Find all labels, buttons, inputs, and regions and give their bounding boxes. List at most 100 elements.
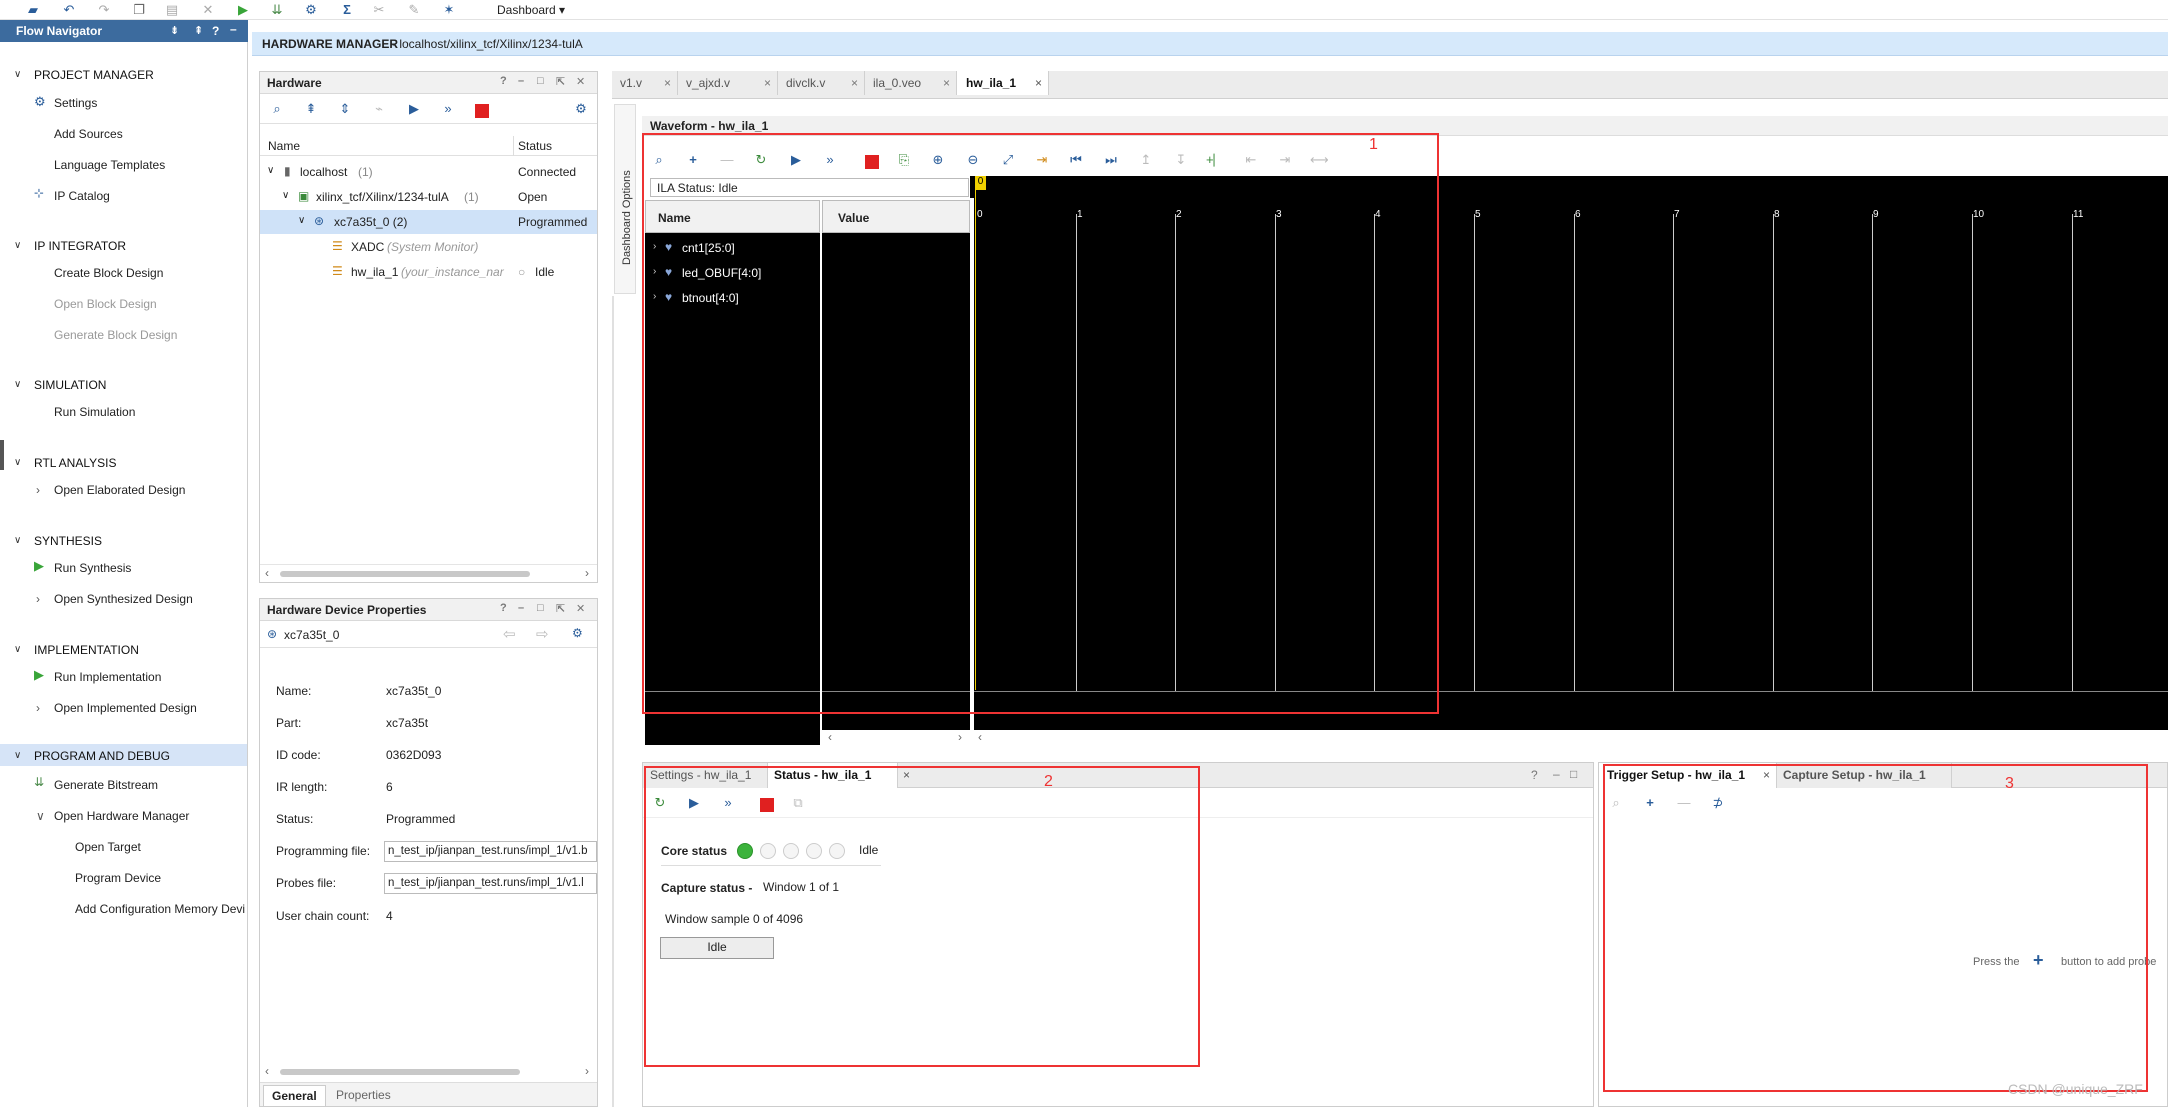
tab-settings-hw-ila[interactable]: Settings - hw_ila_1 — [643, 763, 768, 788]
search-icon[interactable]: ⌕ — [1607, 794, 1625, 812]
next-marker-icon[interactable]: ⇥ — [1276, 151, 1294, 169]
run-trigger-icon[interactable]: ▶ — [405, 100, 423, 118]
nav-add-config-memory[interactable]: Add Configuration Memory Devi — [75, 902, 245, 916]
tab-v-ajxd[interactable]: v_ajxd.v × — [678, 71, 778, 95]
run-immediate-icon[interactable]: » — [719, 794, 737, 812]
chevron-down-icon[interactable]: ∨ — [267, 165, 274, 176]
zoom-fit-icon[interactable]: ⤢ — [999, 151, 1017, 169]
section-project-manager[interactable]: PROJECT MANAGER — [34, 68, 154, 82]
nav-open-elaborated-design[interactable]: Open Elaborated Design — [54, 483, 185, 497]
horizontal-scrollbar[interactable]: ‹ › — [260, 564, 597, 582]
auto-connect-icon[interactable]: ⌁ — [370, 100, 388, 118]
wave-scrollbar[interactable]: ‹ — [974, 730, 2168, 745]
column-status[interactable]: Status — [518, 139, 552, 153]
chevron-down-icon[interactable]: ∨ — [14, 379, 21, 390]
chevron-left-icon[interactable]: ‹ — [265, 566, 269, 580]
dashboard-options-label[interactable]: Dashboard Options — [621, 137, 633, 265]
chevron-down-icon[interactable]: ∨ — [14, 535, 21, 546]
restore-icon[interactable]: □ — [1570, 767, 1577, 781]
nav-run-implementation[interactable]: Run Implementation — [54, 670, 161, 684]
scroll-thumb[interactable] — [280, 571, 530, 577]
splitter-handle[interactable] — [0, 440, 4, 470]
tree-row[interactable]: ∨ ▣ xilinx_tcf/Xilinx/1234-tulA (1) Open — [260, 185, 597, 209]
cursor-line[interactable] — [975, 190, 976, 690]
float-icon[interactable]: ⇱ — [556, 75, 565, 88]
chevron-right-icon[interactable]: › — [958, 730, 962, 744]
previous-marker-icon[interactable]: ⇤ — [1242, 151, 1260, 169]
tab-status-hw-ila[interactable]: Status - hw_ila_1 — [768, 763, 898, 788]
delete-icon[interactable]: ✕ — [199, 1, 217, 19]
scroll-thumb[interactable] — [280, 1069, 520, 1075]
chevron-right-icon[interactable]: › — [653, 291, 656, 302]
search-icon[interactable]: ⌕ — [268, 100, 286, 118]
chevron-right-icon[interactable]: › — [585, 1064, 589, 1078]
float-icon[interactable]: ⇱ — [556, 602, 565, 615]
tab-ila-veo[interactable]: ila_0.veo × — [865, 71, 957, 95]
column-name[interactable]: Name — [658, 211, 691, 225]
restore-icon[interactable]: □ — [537, 75, 544, 87]
nav-open-block-design[interactable]: Open Block Design — [54, 297, 157, 311]
collapse-all-icon[interactable]: ⇞ — [302, 100, 320, 118]
remove-icon[interactable]: — — [718, 151, 736, 169]
run-immediate-icon[interactable]: » — [439, 100, 457, 118]
add-icon[interactable]: + — [684, 151, 702, 169]
property-value[interactable]: n_test_ip/jianpan_test.runs/impl_1/v1.b — [384, 841, 597, 862]
close-icon[interactable]: ✕ — [576, 602, 585, 615]
help-icon[interactable]: ? — [500, 75, 507, 87]
chevron-right-icon[interactable]: › — [653, 241, 656, 252]
chevron-down-icon[interactable]: ∨ — [14, 240, 21, 251]
tab-divclk[interactable]: divclk.v × — [778, 71, 865, 95]
chevron-right-icon[interactable]: › — [36, 483, 40, 497]
chevron-down-icon[interactable]: ∨ — [14, 750, 21, 761]
close-icon[interactable]: × — [903, 768, 910, 782]
nav-generate-block-design[interactable]: Generate Block Design — [54, 328, 177, 342]
go-to-cursor-icon[interactable]: ⇥ — [1033, 151, 1051, 169]
signal-row[interactable]: › ♥ btnout[4:0] — [645, 286, 820, 310]
chevron-right-icon[interactable]: › — [36, 592, 40, 606]
column-value[interactable]: Value — [838, 211, 869, 225]
signal-row[interactable]: › ♥ led_OBUF[4:0] — [645, 261, 820, 285]
run-trigger-icon[interactable]: ▶ — [685, 794, 703, 812]
chevron-right-icon[interactable]: › — [653, 266, 656, 277]
gear-icon[interactable]: ⚙ — [572, 100, 590, 118]
tab-v1[interactable]: v1.v × — [612, 71, 678, 95]
value-scrollbar[interactable]: ‹ › — [822, 730, 970, 745]
stop-icon[interactable] — [865, 155, 879, 169]
add-marker-icon[interactable]: +⎸ — [1206, 151, 1227, 169]
program-icon[interactable]: ⇊ — [268, 1, 286, 19]
property-value[interactable]: n_test_ip/jianpan_test.runs/impl_1/v1.l — [384, 873, 597, 894]
open-project-icon[interactable]: ▰ — [24, 1, 42, 19]
search-icon[interactable]: ⌕ — [650, 151, 668, 169]
close-icon[interactable]: × — [764, 71, 771, 95]
help-icon[interactable]: ? — [212, 24, 219, 38]
nav-create-block-design[interactable]: Create Block Design — [54, 266, 163, 280]
trigger-condition-icon[interactable]: ⊅ — [1709, 794, 1727, 812]
previous-transition-icon[interactable]: ↥ — [1137, 151, 1155, 169]
tab-general[interactable]: General — [263, 1085, 326, 1107]
tab-trigger-setup[interactable]: Trigger Setup - hw_ila_1 × — [1599, 763, 1777, 788]
next-transition-icon[interactable]: ↧ — [1172, 151, 1190, 169]
tab-properties[interactable]: Properties — [336, 1088, 391, 1102]
help-icon[interactable]: ? — [1531, 768, 1538, 782]
nav-open-implemented-design[interactable]: Open Implemented Design — [54, 701, 197, 715]
cursor-marker[interactable]: 0 — [975, 176, 986, 190]
paste-icon[interactable]: ▤ — [163, 1, 181, 19]
chevron-down-icon[interactable]: ∨ — [298, 215, 305, 226]
back-arrow-icon[interactable]: ⇦ — [503, 625, 516, 643]
idle-button[interactable]: Idle — [660, 937, 774, 959]
pencil-icon[interactable]: ✎ — [405, 1, 423, 19]
nav-settings[interactable]: Settings — [54, 96, 97, 110]
help-icon[interactable]: ? — [500, 602, 507, 614]
nav-open-hardware-manager[interactable]: Open Hardware Manager — [54, 809, 189, 823]
auto-trigger-icon[interactable]: ↻ — [651, 794, 669, 812]
chevron-down-icon[interactable]: ∨ — [36, 809, 45, 823]
debug-icon[interactable]: ✶ — [440, 1, 458, 19]
expand-all-icon[interactable]: ⇞ — [194, 24, 203, 37]
close-icon[interactable]: × — [1035, 71, 1042, 95]
sigma-icon[interactable]: Σ — [338, 1, 356, 19]
add-icon[interactable]: + — [1641, 794, 1659, 812]
stop-icon[interactable] — [475, 104, 489, 118]
chevron-left-icon[interactable]: ‹ — [978, 730, 982, 744]
chevron-down-icon[interactable]: ∨ — [14, 644, 21, 655]
nav-open-target[interactable]: Open Target — [75, 840, 141, 854]
